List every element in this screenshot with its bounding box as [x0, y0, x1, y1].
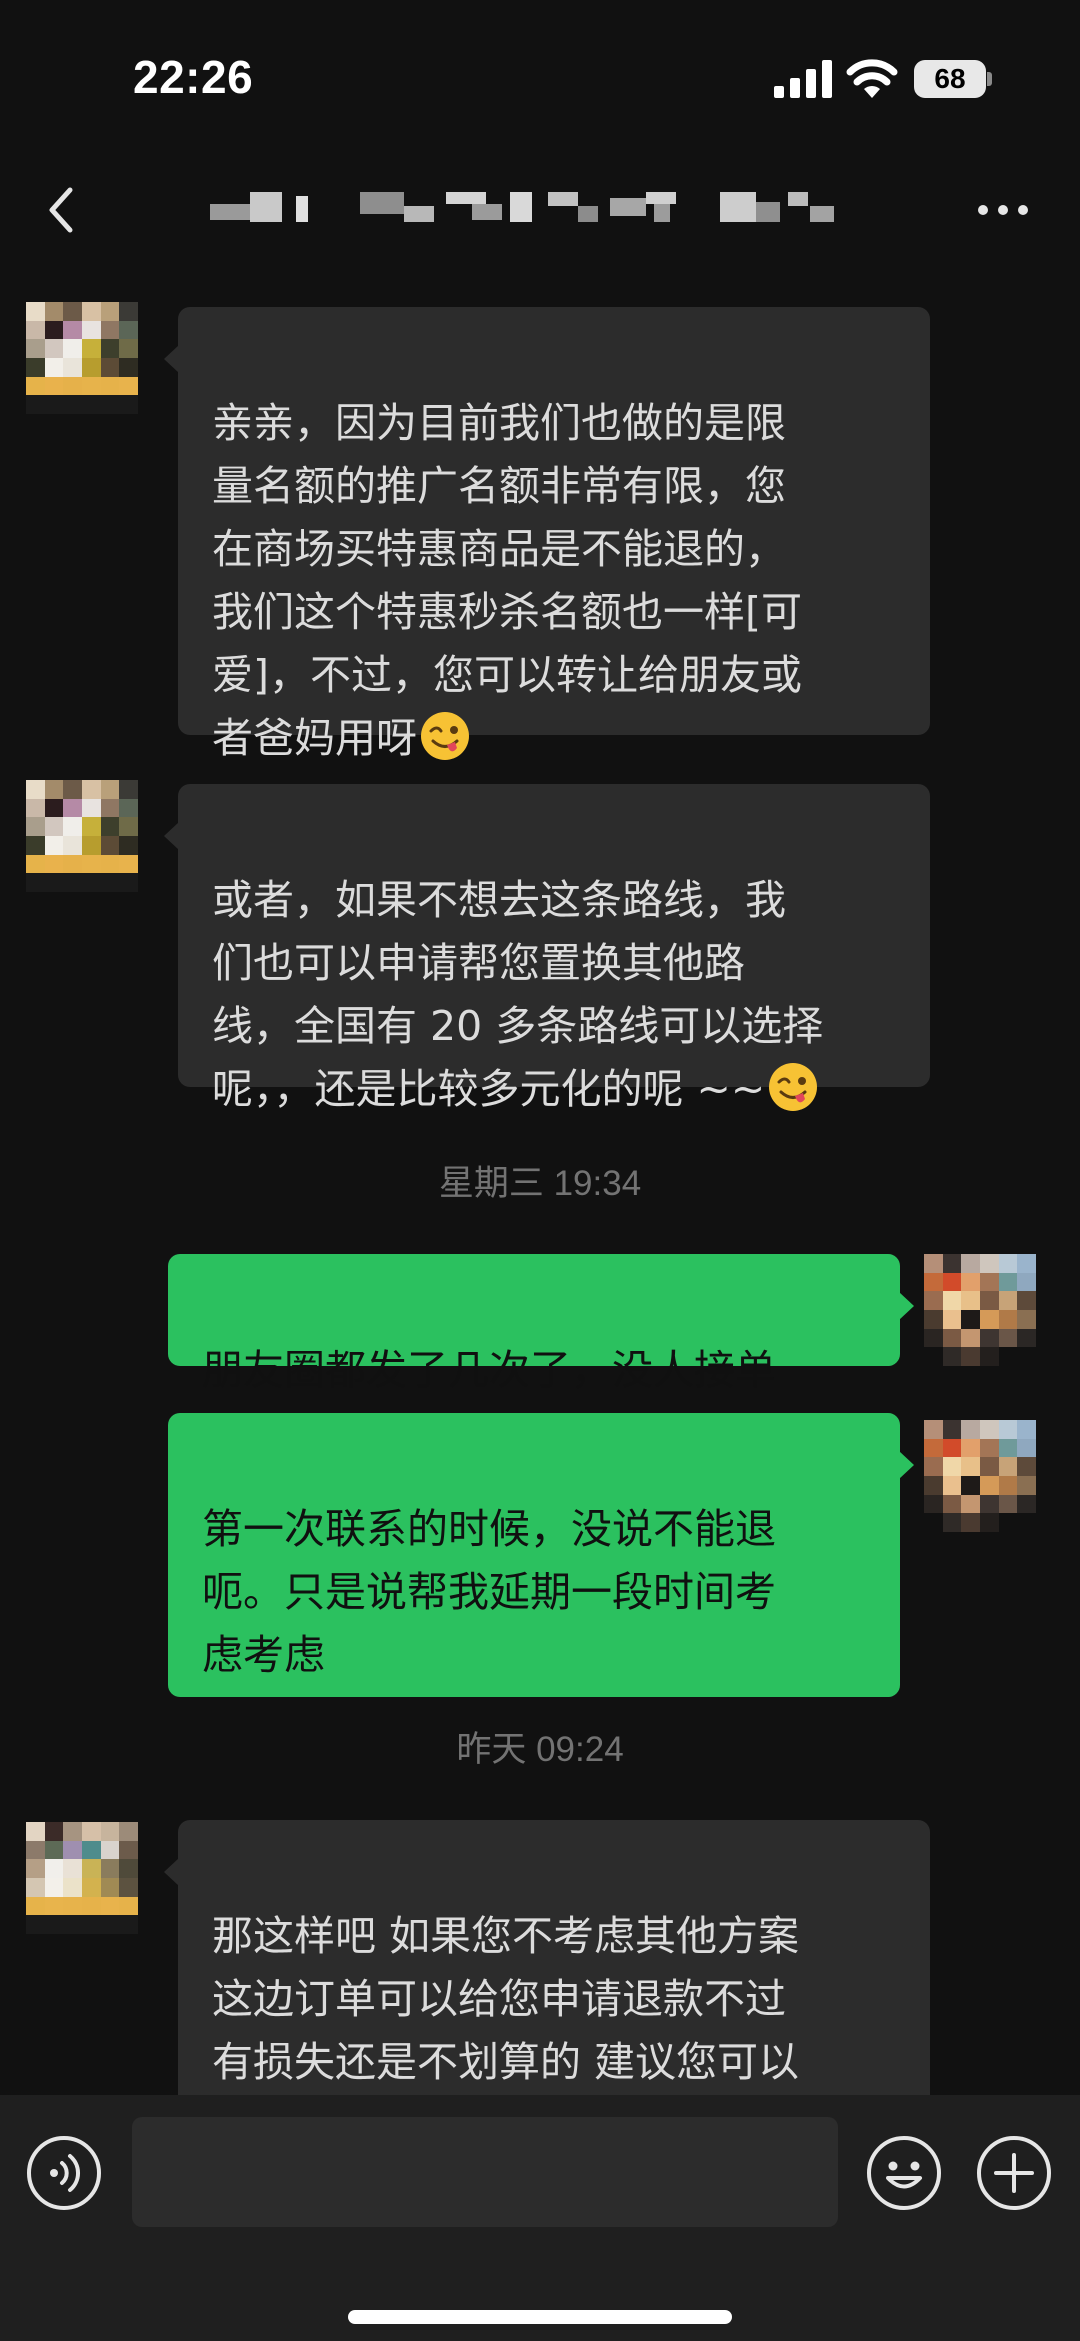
message-text: 或者，如果不想去这条路线，我 们也可以申请帮您置换其他路 线，全国有 20 多条…	[212, 876, 824, 1113]
plus-circle-icon[interactable]	[976, 2135, 1052, 2211]
emoji-face-icon[interactable]	[866, 2135, 942, 2211]
message-list[interactable]: 亲亲，因为目前我们也做的是限 量名额的推广名额非常有限，您 在商场买特惠商品是不…	[0, 270, 1080, 2095]
contact-avatar[interactable]	[26, 780, 138, 892]
message-input[interactable]	[132, 2117, 838, 2227]
more-horizontal-icon[interactable]	[975, 198, 1031, 222]
message-text: 第一次联系的时候，没说不能退 呃。只是说帮我延期一段时间考 虑考虑	[202, 1505, 776, 1679]
message-bubble-incoming[interactable]: 或者，如果不想去这条路线，我 们也可以申请帮您置换其他路 线，全国有 20 多条…	[164, 784, 930, 1113]
chat-title	[210, 190, 870, 240]
my-avatar[interactable]	[924, 1254, 1036, 1366]
winking-tongue-emoji-icon	[421, 712, 469, 760]
battery-icon: 68	[914, 60, 986, 98]
message-bubble-incoming[interactable]: 亲亲，因为目前我们也做的是限 量名额的推广名额非常有限，您 在商场买特惠商品是不…	[164, 307, 930, 762]
home-indicator	[348, 2310, 732, 2324]
wifi-icon	[846, 59, 898, 98]
cellular-signal-icon	[774, 60, 832, 98]
battery-nub	[987, 72, 992, 86]
message-bubble-incoming[interactable]: 那这样吧 如果您不考虑其他方案 这边订单可以给您申请退款不过 有损失还是不划算的…	[164, 1820, 930, 2095]
contact-avatar[interactable]	[26, 302, 138, 414]
contact-avatar[interactable]	[26, 1822, 138, 1934]
message-timestamp: 昨天 09:24	[456, 1730, 624, 1769]
voice-input-icon[interactable]	[26, 2135, 102, 2211]
battery-level: 68	[934, 63, 966, 94]
message-text: 亲亲，因为目前我们也做的是限 量名额的推广名额非常有限，您 在商场买特惠商品是不…	[212, 399, 802, 762]
status-bar: 22:26 68	[0, 0, 1080, 150]
message-timestamp: 星期三 19:34	[438, 1164, 642, 1203]
message-bubble-outgoing[interactable]: 朋友圈都发了几次了，没人接单	[168, 1254, 914, 1394]
chat-header	[0, 150, 1080, 270]
winking-tongue-emoji-icon	[769, 1063, 818, 1111]
my-avatar[interactable]	[924, 1420, 1036, 1532]
input-bar	[0, 2095, 1080, 2341]
message-text: 朋友圈都发了几次了，没人接单	[202, 1346, 776, 1394]
status-time: 22:26	[133, 51, 254, 103]
chevron-left-icon[interactable]	[40, 180, 90, 240]
message-bubble-outgoing[interactable]: 第一次联系的时候，没说不能退 呃。只是说帮我延期一段时间考 虑考虑	[168, 1413, 914, 1697]
message-text: 那这样吧 如果您不考虑其他方案 这边订单可以给您申请退款不过 有损失还是不划算的…	[212, 1912, 800, 2086]
